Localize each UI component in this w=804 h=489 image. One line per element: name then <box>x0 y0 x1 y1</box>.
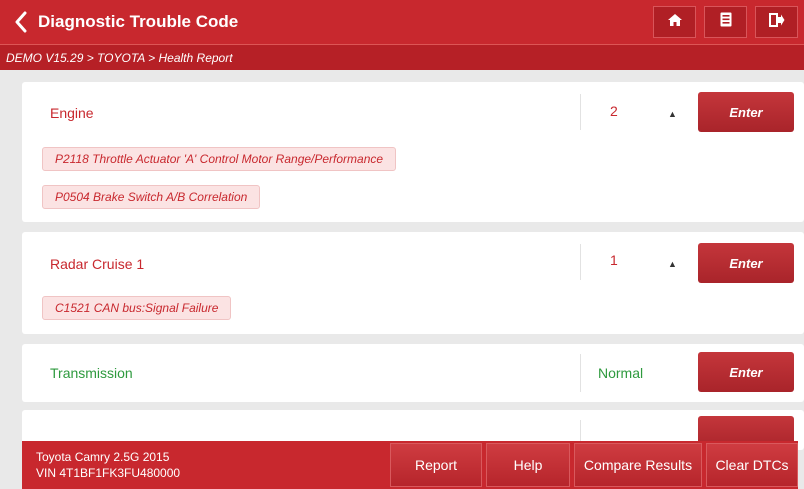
divider <box>580 94 581 130</box>
system-card-transmission: Transmission Normal Enter <box>22 344 804 402</box>
report-button[interactable]: Report <box>390 443 482 487</box>
system-card-engine: Engine 2 ▲ Enter P2118 Throttle Actuator… <box>22 82 804 222</box>
clear-dtcs-button[interactable]: Clear DTCs <box>706 443 798 487</box>
back-arrow-icon[interactable] <box>8 0 34 44</box>
enter-button[interactable]: Enter <box>698 92 794 132</box>
home-icon <box>667 13 683 32</box>
home-button[interactable] <box>653 6 696 38</box>
page-title: Diagnostic Trouble Code <box>38 12 239 31</box>
collapse-caret-icon[interactable]: ▲ <box>668 259 677 269</box>
collapse-caret-icon[interactable]: ▲ <box>668 109 677 119</box>
exit-icon <box>768 12 785 32</box>
dtc-item[interactable]: P2118 Throttle Actuator 'A' Control Moto… <box>42 147 397 171</box>
enter-button[interactable]: Enter <box>698 243 794 283</box>
vehicle-model: Toyota Camry 2.5G 2015 <box>36 450 170 464</box>
fault-count: 1 <box>610 252 618 268</box>
save-button[interactable] <box>704 6 747 38</box>
dtc-item[interactable]: C1521 CAN bus:Signal Failure <box>42 296 232 320</box>
title-bar: Diagnostic Trouble Code <box>0 0 804 44</box>
vehicle-vin: VIN 4T1BF1FK3FU480000 <box>36 466 181 480</box>
vehicle-info: Toyota Camry 2.5G 2015 VIN 4T1BF1FK3FU48… <box>36 449 380 481</box>
system-name: Radar Cruise 1 <box>50 256 145 272</box>
exit-button[interactable] <box>755 6 798 38</box>
divider <box>580 354 581 392</box>
help-button[interactable]: Help <box>486 443 570 487</box>
compare-results-button[interactable]: Compare Results <box>574 443 702 487</box>
save-icon <box>720 12 732 32</box>
system-name: Transmission <box>50 365 133 381</box>
system-name: Engine <box>50 105 94 121</box>
system-card-radar-cruise: Radar Cruise 1 1 ▲ Enter C1521 CAN bus:S… <box>22 232 804 334</box>
fault-count: 2 <box>610 103 618 119</box>
enter-button[interactable]: Enter <box>698 352 794 392</box>
app-window: Diagnostic Trouble Code DEMO V15.29 > TO… <box>0 0 804 489</box>
footer-bar: Toyota Camry 2.5G 2015 VIN 4T1BF1FK3FU48… <box>22 441 798 489</box>
divider <box>580 244 581 280</box>
system-status: Normal <box>598 365 644 381</box>
breadcrumb: DEMO V15.29 > TOYOTA > Health Report <box>0 44 804 70</box>
dtc-item[interactable]: P0504 Brake Switch A/B Correlation <box>42 185 261 209</box>
